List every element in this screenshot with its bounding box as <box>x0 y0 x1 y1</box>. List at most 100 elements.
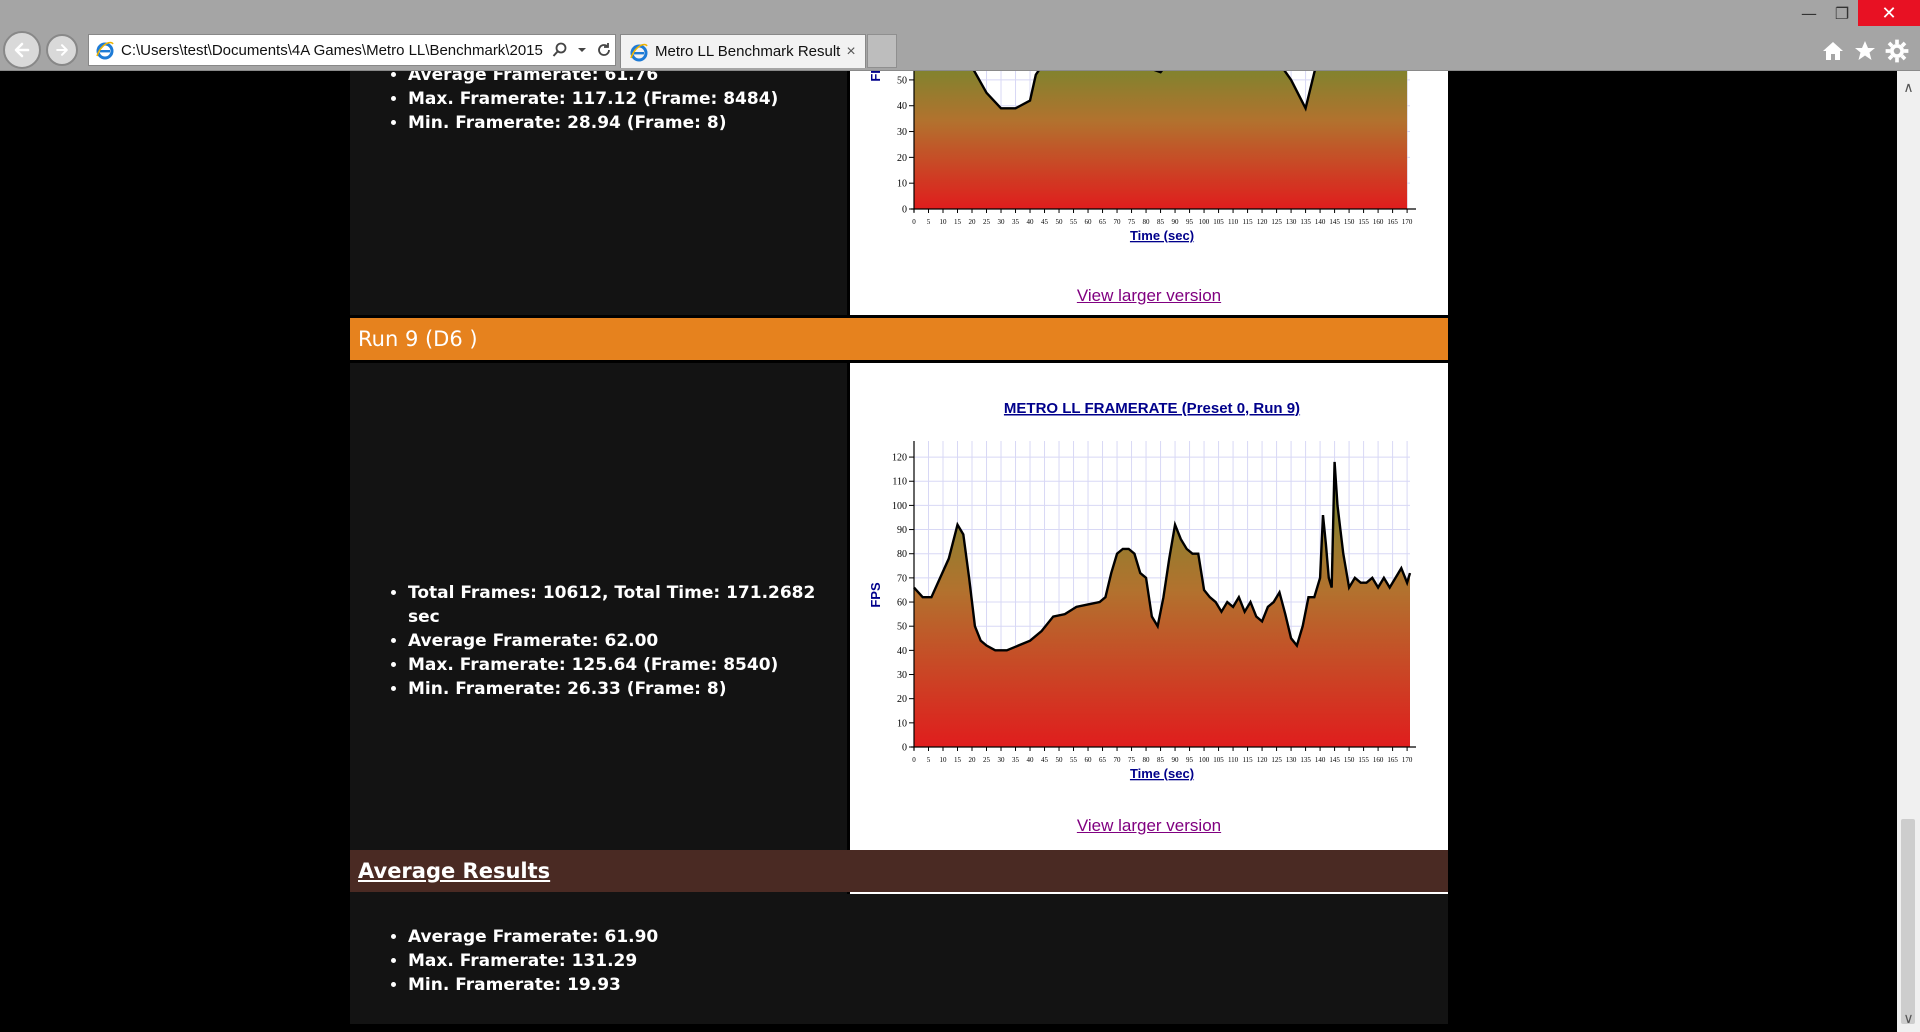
x-tick-label: 70 <box>1114 756 1122 764</box>
view-larger-link[interactable]: View larger version <box>850 816 1448 836</box>
y-tick-label: 0 <box>902 205 907 216</box>
x-tick-label: 140 <box>1315 756 1326 764</box>
x-tick-label: 90 <box>1172 218 1180 226</box>
x-tick-label: 90 <box>1172 756 1180 764</box>
y-tick-label: 50 <box>897 622 907 633</box>
x-tick-label: 115 <box>1242 218 1253 226</box>
x-tick-label: 80 <box>1143 756 1151 764</box>
search-icon[interactable] <box>549 39 571 61</box>
new-tab-button[interactable] <box>867 34 897 68</box>
close-window-button[interactable]: ✕ <box>1858 0 1920 26</box>
gear-icon[interactable] <box>1882 36 1912 66</box>
y-tick-label: 20 <box>897 153 907 164</box>
x-tick-label: 85 <box>1157 756 1165 764</box>
maximize-button[interactable]: ❐ <box>1822 0 1862 26</box>
back-button[interactable] <box>3 31 41 69</box>
forward-button[interactable] <box>46 34 78 66</box>
address-bar[interactable]: C:\Users\test\Documents\4A Games\Metro L… <box>88 34 616 66</box>
scroll-thumb[interactable] <box>1901 819 1915 1024</box>
y-tick-label: 40 <box>897 646 907 657</box>
tab-title: Metro LL Benchmark Results <box>655 43 841 60</box>
y-tick-label: 90 <box>897 525 907 536</box>
x-tick-label: 60 <box>1085 756 1093 764</box>
stat-item: Max. Framerate: 117.12 (Frame: 8484) <box>408 87 847 111</box>
stat-item: Total Frames: 10612, Total Time: 171.268… <box>408 581 847 629</box>
view-larger-link[interactable]: View larger version <box>850 286 1448 306</box>
x-tick-label: 40 <box>1027 756 1035 764</box>
y-tick-label: 70 <box>897 573 907 584</box>
browser-chrome: — ❐ ✕ C:\Users\test\Documents\4A Games\M… <box>0 0 1920 71</box>
x-tick-label: 125 <box>1271 218 1282 226</box>
x-tick-label: 110 <box>1228 218 1239 226</box>
x-tick-label: 70 <box>1114 218 1122 226</box>
fps-area <box>914 71 1408 209</box>
x-tick-label: 5 <box>927 218 931 226</box>
x-tick-label: 5 <box>927 756 931 764</box>
x-tick-label: 20 <box>969 218 977 226</box>
x-tick-label: 60 <box>1085 218 1093 226</box>
x-tick-label: 55 <box>1070 756 1078 764</box>
y-tick-label: 100 <box>892 501 907 512</box>
stat-item: Min. Framerate: 19.93 <box>408 973 1448 997</box>
x-tick-label: 25 <box>983 756 991 764</box>
y-tick-label: 30 <box>897 670 907 681</box>
y-tick-label: 40 <box>897 101 907 112</box>
x-tick-label: 25 <box>983 218 991 226</box>
x-tick-label: 95 <box>1186 756 1194 764</box>
y-tick-label: 80 <box>897 549 907 560</box>
x-tick-label: 0 <box>912 756 916 764</box>
x-tick-label: 135 <box>1300 218 1311 226</box>
tab-close-icon[interactable]: × <box>841 43 861 61</box>
x-tick-label: 15 <box>954 218 962 226</box>
x-tick-label: 100 <box>1199 218 1210 226</box>
x-tick-label: 30 <box>998 756 1006 764</box>
stat-item: Min. Framerate: 26.33 (Frame: 8) <box>408 677 847 701</box>
x-tick-label: 35 <box>1012 218 1020 226</box>
url-text[interactable]: C:\Users\test\Documents\4A Games\Metro L… <box>121 42 549 59</box>
x-tick-label: 165 <box>1387 218 1398 226</box>
chevron-down-icon[interactable] <box>571 39 593 61</box>
y-tick-label: 50 <box>897 75 907 86</box>
home-icon[interactable] <box>1818 36 1848 66</box>
run8-chart-panel: 0 10 20 30 40 50 0 5 10 15 20 25 30 35 40 45 50 55 60 65 70 7… <box>850 71 1448 315</box>
page-content: Average Framerate: 61.76 Max. Framerate:… <box>0 71 1897 1032</box>
stat-item: Average Framerate: 61.76 <box>408 71 847 87</box>
star-icon[interactable] <box>1850 36 1880 66</box>
y-tick-label: 120 <box>892 453 907 464</box>
x-tick-label: 45 <box>1041 218 1049 226</box>
x-tick-label: 45 <box>1041 756 1049 764</box>
y-tick-label: 110 <box>892 477 907 488</box>
back-arrow-icon <box>14 42 30 58</box>
x-tick-label: 75 <box>1128 756 1136 764</box>
scroll-down-icon[interactable]: ∨ <box>1897 1008 1920 1030</box>
y-tick-label: 10 <box>897 718 907 729</box>
refresh-icon[interactable] <box>593 39 615 61</box>
x-tick-label: 170 <box>1402 756 1413 764</box>
tab-benchmark-results[interactable]: Metro LL Benchmark Results × <box>620 34 866 68</box>
scroll-up-icon[interactable]: ∧ <box>1897 77 1920 99</box>
x-tick-label: 110 <box>1228 756 1239 764</box>
x-tick-label: 50 <box>1056 756 1064 764</box>
average-results-header[interactable]: Average Results <box>350 850 1448 892</box>
x-tick-label: 150 <box>1344 756 1355 764</box>
x-tick-label: 10 <box>940 218 948 226</box>
forward-arrow-icon <box>56 44 68 56</box>
x-tick-label: 160 <box>1373 756 1384 764</box>
x-tick-label: 105 <box>1213 756 1224 764</box>
stat-item: Average Framerate: 62.00 <box>408 629 847 653</box>
vertical-scrollbar[interactable]: ∧ ∨ <box>1897 71 1920 1032</box>
x-tick-label: 155 <box>1358 756 1369 764</box>
stat-item: Max. Framerate: 125.64 (Frame: 8540) <box>408 653 847 677</box>
chart-title: METRO LL FRAMERATE (Preset 0, Run 9) <box>1004 400 1300 417</box>
x-tick-label: 95 <box>1186 218 1194 226</box>
y-axis-label: FPS <box>868 582 883 608</box>
x-tick-label: 100 <box>1199 756 1210 764</box>
ie-tab-icon <box>630 43 648 61</box>
x-tick-label: 115 <box>1242 756 1253 764</box>
x-axis-label: Time (sec) <box>1130 766 1194 781</box>
y-tick-label: 20 <box>897 694 907 705</box>
x-tick-label: 155 <box>1358 218 1369 226</box>
x-tick-label: 125 <box>1271 756 1282 764</box>
x-tick-label: 50 <box>1056 218 1064 226</box>
x-tick-label: 160 <box>1373 218 1384 226</box>
